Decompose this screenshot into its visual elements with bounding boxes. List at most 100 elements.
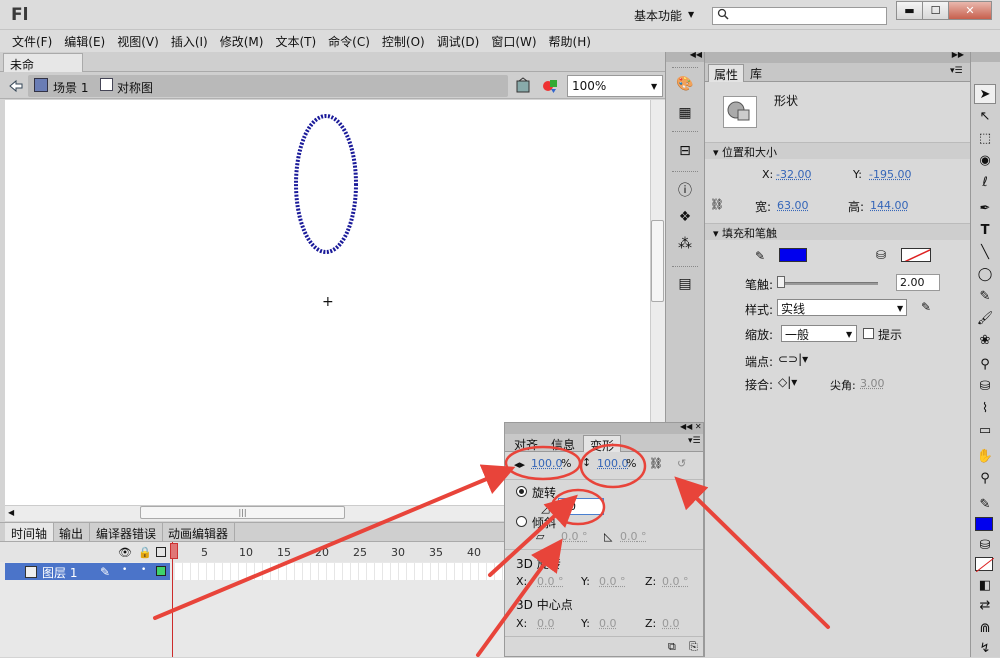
line-tool-icon[interactable]: ╲ — [974, 242, 996, 262]
menu-window[interactable]: 窗口(W) — [485, 33, 542, 50]
eyedropper-tool-icon[interactable]: ⌇ — [974, 398, 996, 418]
tab-info[interactable]: 信息 — [545, 435, 581, 452]
playhead[interactable] — [172, 542, 178, 657]
tab-motion-editor[interactable]: 动画编辑器 — [162, 523, 236, 541]
swap-colors-icon[interactable]: ⇄ — [974, 595, 996, 615]
hint-checkbox[interactable] — [863, 328, 874, 339]
swatches-grid-icon[interactable]: ▦ — [675, 103, 695, 123]
stroke-color-swatch[interactable] — [779, 248, 807, 262]
chevron-down-icon[interactable]: ▼ — [651, 82, 657, 91]
stroke-width-input[interactable]: 2.00 — [896, 274, 940, 291]
section-fill-stroke[interactable]: ▾ 填充和笔触 — [705, 223, 970, 240]
stroke-slider[interactable] — [778, 282, 878, 285]
pen-tool-icon[interactable]: ✒ — [974, 198, 996, 218]
rotate3d-z[interactable]: 0.0 ° — [662, 575, 689, 588]
center3d-z[interactable]: 0.0 — [662, 617, 680, 630]
hand-tool-icon[interactable]: ✋ — [974, 446, 996, 466]
vertical-scroll-thumb[interactable] — [651, 220, 664, 302]
menu-text[interactable]: 文本(T) — [269, 33, 322, 50]
zoom-tool-icon[interactable]: ⚲ — [974, 468, 996, 488]
cap-style-select[interactable]: ⊂⊃|▾ — [778, 352, 808, 366]
menu-help[interactable]: 帮助(H) — [543, 33, 597, 50]
brush-tool-icon[interactable]: 🖌 — [974, 308, 996, 328]
constrain-link-icon[interactable]: ⛓ — [649, 457, 663, 470]
lock-dot-icon[interactable]: • — [141, 565, 146, 575]
workspace-switcher[interactable]: 基本功能 — [634, 7, 682, 24]
info-icon[interactable]: ⓘ — [675, 180, 695, 200]
tab-compiler-errors[interactable]: 编译器错误 — [90, 523, 164, 541]
lasso-tool-icon[interactable]: ℓ — [974, 172, 996, 192]
text-tool-icon[interactable]: T — [974, 220, 996, 240]
horizontal-scroll-thumb[interactable]: ||| — [140, 506, 345, 519]
layer-name[interactable]: 图层 1 — [42, 564, 77, 581]
3d-rotation-tool-icon[interactable]: ◉ — [974, 150, 996, 170]
close-window-button[interactable]: ✕ — [948, 1, 992, 20]
miter-value[interactable]: 3.00 — [860, 377, 885, 390]
scroll-left-icon[interactable]: ◀ — [8, 508, 14, 517]
transform-icon[interactable]: ⁂ — [675, 234, 695, 254]
skew-horizontal-value[interactable]: 0.0 ° — [561, 530, 588, 543]
frame-cells[interactable] — [175, 563, 505, 580]
smooth-icon[interactable]: ↯ — [974, 638, 996, 658]
collapse-icon[interactable]: ◀◀ ✕ — [680, 422, 702, 431]
join-style-select[interactable]: ◇|▾ — [778, 375, 797, 389]
ellipse-shape[interactable] — [290, 110, 365, 260]
fill-color-swatch[interactable] — [901, 248, 931, 262]
tab-properties[interactable]: 属性 — [708, 64, 745, 82]
style-select[interactable]: 实线 — [777, 299, 907, 316]
layer-outline-color[interactable] — [156, 566, 166, 576]
menu-control[interactable]: 控制(O) — [376, 33, 431, 50]
workspace-chevron-icon[interactable]: ▼ — [688, 10, 694, 19]
breadcrumb-scene[interactable]: 场景 1 — [53, 79, 88, 96]
maximize-button[interactable]: ☐ — [922, 1, 949, 20]
menu-modify[interactable]: 修改(M) — [214, 33, 270, 50]
section-position-size[interactable]: ▾ 位置和大小 — [705, 142, 970, 159]
selection-tool-icon[interactable]: ➤ — [974, 84, 996, 104]
lock-aspect-icon[interactable]: ⛓ — [710, 198, 724, 211]
expand-icon[interactable]: ▶▶ — [952, 50, 964, 59]
eye-icon[interactable]: 👁 — [118, 546, 132, 559]
minimize-button[interactable]: ▬ — [896, 1, 923, 20]
edit-scene-icon[interactable] — [515, 77, 533, 95]
pencil-tool-icon[interactable]: ✎ — [974, 286, 996, 306]
zoom-select[interactable]: 100% — [567, 75, 663, 97]
skew-radio[interactable] — [516, 516, 527, 527]
menu-insert[interactable]: 插入(I) — [165, 33, 214, 50]
height-value[interactable]: 144.00 — [870, 199, 909, 212]
paint-bucket-tool-icon[interactable]: ⛁ — [974, 376, 996, 396]
visible-dot-icon[interactable]: • — [122, 565, 127, 575]
center3d-x[interactable]: 0.0 — [537, 617, 555, 630]
copy-apply-icon[interactable]: ⧉ — [668, 640, 676, 654]
rotate3d-x[interactable]: 0.0 ° — [537, 575, 564, 588]
stroke-slider-knob[interactable] — [777, 276, 785, 288]
edit-style-icon[interactable]: ✎ — [921, 300, 931, 314]
document-tab[interactable]: 未命名-1*✕ — [3, 53, 83, 89]
fill-color-swatch[interactable] — [975, 557, 995, 573]
free-transform-tool-icon[interactable]: ⬚ — [974, 128, 996, 148]
tab-timeline[interactable]: 时间轴 — [5, 523, 55, 541]
bone-tool-icon[interactable]: ⚲ — [974, 354, 996, 374]
x-value[interactable]: -32.00 — [776, 168, 811, 181]
help-search-input[interactable] — [712, 7, 887, 25]
panel-menu-icon[interactable]: ▾☰ — [950, 66, 963, 76]
deco-tool-icon[interactable]: ❀ — [974, 330, 996, 350]
scale-height-value[interactable]: 100.0 — [597, 457, 629, 470]
center3d-y[interactable]: 0.0 — [599, 617, 617, 630]
eraser-tool-icon[interactable]: ▭ — [974, 420, 996, 440]
tab-transform[interactable]: 变形 — [583, 435, 622, 453]
black-white-icon[interactable]: ◧ — [974, 575, 996, 595]
components-icon[interactable]: ❖ — [675, 207, 695, 227]
breadcrumb-symbol[interactable]: 对称图 — [117, 79, 153, 96]
tab-output[interactable]: 输出 — [53, 523, 91, 541]
chevron-down-icon[interactable]: ▼ — [846, 330, 852, 339]
movie-explorer-icon[interactable]: ▤ — [675, 274, 695, 294]
menu-edit[interactable]: 编辑(E) — [58, 33, 111, 50]
chevron-down-icon[interactable]: ▼ — [897, 304, 903, 313]
align-icon[interactable]: ⊟ — [675, 141, 695, 161]
menu-view[interactable]: 视图(V) — [111, 33, 165, 50]
scale-width-value[interactable]: 100.0 — [531, 457, 563, 470]
menu-commands[interactable]: 命令(C) — [322, 33, 376, 50]
snap-magnet-icon[interactable]: ⋒ — [974, 618, 996, 638]
skew-vertical-value[interactable]: 0.0 ° — [620, 530, 647, 543]
tab-library[interactable]: 库 — [745, 64, 767, 82]
